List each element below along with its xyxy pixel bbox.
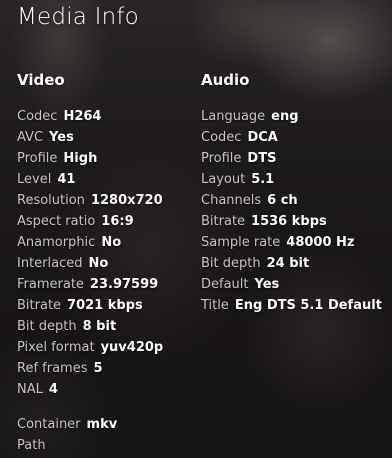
info-value: eng xyxy=(271,109,299,124)
info-value: 1280x720 xyxy=(90,193,163,208)
info-value: 23.97599 xyxy=(89,277,159,292)
info-label: Title xyxy=(201,298,229,313)
info-value: DTS xyxy=(247,151,277,166)
info-value: 1536 kbps xyxy=(251,214,327,229)
info-label: Bit depth xyxy=(17,319,77,334)
audio-layout-row: Layout 5.1 xyxy=(201,169,382,190)
info-label: Aspect ratio xyxy=(17,214,96,229)
audio-section: Audio Language eng Codec DCA Profile DTS La… xyxy=(201,71,382,316)
info-label: Interlaced xyxy=(17,256,83,271)
media-info-panel: Media Info Video Codec H264 AVC Yes Profil… xyxy=(0,0,392,458)
info-label: Ref frames xyxy=(17,361,88,376)
info-value: 5.1 xyxy=(251,172,275,187)
info-value: 8 bit xyxy=(82,319,117,334)
page-title: Media Info xyxy=(17,4,139,30)
info-value: yuv420p xyxy=(100,340,164,355)
info-label: Bitrate xyxy=(201,214,246,229)
info-value: 6 ch xyxy=(267,193,298,208)
info-label: Codec xyxy=(17,109,58,124)
audio-bit-depth-row: Bit depth 24 bit xyxy=(201,253,382,274)
video-level-row: Level 41 xyxy=(17,169,163,190)
info-label: Profile xyxy=(17,151,58,166)
audio-language-row: Language eng xyxy=(201,106,382,127)
video-interlaced-row: Interlaced No xyxy=(17,253,163,274)
info-value: High xyxy=(63,151,98,166)
audio-sample-rate-row: Sample rate 48000 Hz xyxy=(201,232,382,253)
audio-title-row: Title Eng DTS 5.1 Default xyxy=(201,295,382,316)
info-value: 48000 Hz xyxy=(286,235,355,250)
video-profile-row: Profile High xyxy=(17,148,163,169)
video-framerate-row: Framerate 23.97599 xyxy=(17,274,163,295)
info-value: Yes xyxy=(49,130,74,145)
info-value: DCA xyxy=(247,130,278,145)
info-value: mkv xyxy=(86,417,118,432)
video-aspect-ratio-row: Aspect ratio 16:9 xyxy=(17,211,163,232)
audio-default-row: Default Yes xyxy=(201,274,382,295)
info-value: Eng DTS 5.1 Default xyxy=(234,298,382,313)
audio-codec-row: Codec DCA xyxy=(201,127,382,148)
video-ref-frames-row: Ref frames 5 xyxy=(17,358,163,379)
video-nal-row: NAL 4 xyxy=(17,379,163,400)
info-value: H264 xyxy=(63,109,102,124)
video-anamorphic-row: Anamorphic No xyxy=(17,232,163,253)
info-label: Anamorphic xyxy=(17,235,96,250)
info-value: No xyxy=(88,256,109,271)
video-heading: Video xyxy=(17,71,65,89)
file-info-section: Container mkv Path xyxy=(17,414,117,456)
info-label: Profile xyxy=(201,151,242,166)
info-label: NAL xyxy=(17,382,43,397)
info-label: Pixel format xyxy=(17,340,95,355)
info-label: Layout xyxy=(201,172,246,187)
audio-bitrate-row: Bitrate 1536 kbps xyxy=(201,211,382,232)
info-value: 41 xyxy=(57,172,76,187)
info-label: Container xyxy=(17,417,81,432)
info-label: Path xyxy=(17,438,46,453)
container-row: Container mkv xyxy=(17,414,117,435)
info-label: Channels xyxy=(201,193,262,208)
info-value: Yes xyxy=(254,277,280,292)
info-label: Resolution xyxy=(17,193,85,208)
audio-channels-row: Channels 6 ch xyxy=(201,190,382,211)
info-label: Default xyxy=(201,277,249,292)
video-bitrate-row: Bitrate 7021 kbps xyxy=(17,295,163,316)
path-row: Path xyxy=(17,435,117,456)
info-value: 7021 kbps xyxy=(67,298,143,313)
info-value: No xyxy=(101,235,122,250)
info-value: 4 xyxy=(48,382,58,397)
video-section: Video Codec H264 AVC Yes Profile High Level… xyxy=(17,71,163,400)
video-avc-row: AVC Yes xyxy=(17,127,163,148)
info-label: AVC xyxy=(17,130,44,145)
audio-profile-row: Profile DTS xyxy=(201,148,382,169)
info-value: 5 xyxy=(93,361,103,376)
video-bit-depth-row: Bit depth 8 bit xyxy=(17,316,163,337)
info-label: Level xyxy=(17,172,52,187)
video-resolution-row: Resolution 1280x720 xyxy=(17,190,163,211)
info-label: Bit depth xyxy=(201,256,261,271)
info-label: Codec xyxy=(201,130,242,145)
info-label: Framerate xyxy=(17,277,84,292)
audio-heading: Audio xyxy=(201,71,250,89)
info-label: Language xyxy=(201,109,266,124)
video-codec-row: Codec H264 xyxy=(17,106,163,127)
info-label: Sample rate xyxy=(201,235,281,250)
video-pixel-format-row: Pixel format yuv420p xyxy=(17,337,163,358)
info-value: 24 bit xyxy=(266,256,310,271)
info-label: Bitrate xyxy=(17,298,62,313)
info-value: 16:9 xyxy=(101,214,134,229)
